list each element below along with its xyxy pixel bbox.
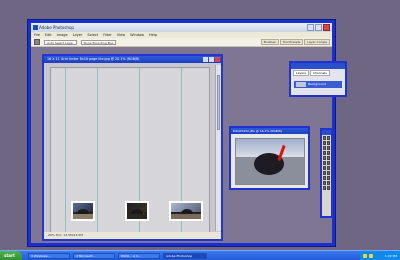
tab-channels[interactable]: Channels — [309, 70, 330, 76]
scrollbar-thumb[interactable] — [217, 75, 220, 130]
palette-well: Brushes Tool Presets Layer Comps — [260, 39, 332, 45]
tray-icon[interactable] — [363, 254, 367, 258]
toolbox — [320, 128, 333, 218]
tray-icon[interactable] — [369, 254, 373, 258]
document-title: 16 X 11 Grid Under 8x10 page lite.jpg @ … — [47, 57, 140, 61]
close-icon[interactable] — [323, 24, 330, 31]
guide-line — [97, 68, 98, 232]
slice-tool-icon[interactable] — [327, 146, 330, 150]
tab-brushes[interactable]: Brushes — [260, 39, 279, 45]
tab-tool-presets[interactable]: Tool Presets — [279, 39, 304, 45]
photo-thumbnail[interactable] — [169, 201, 203, 221]
document-titlebar[interactable]: 16 X 11 Grid Under 8x10 page lite.jpg @ … — [44, 56, 221, 63]
type-tool-icon[interactable] — [327, 171, 330, 175]
eyedropper-tool-icon[interactable] — [327, 181, 330, 185]
document-canvas[interactable] — [50, 67, 210, 233]
minimize-icon[interactable] — [307, 24, 314, 31]
tab-layers[interactable]: Layers — [293, 70, 309, 76]
window-controls — [307, 24, 330, 31]
panel-tabs: Layers Channels — [291, 69, 345, 77]
history-brush-icon[interactable] — [327, 156, 330, 160]
document-status: 20% Doc: 14.5M/14.5M — [44, 232, 221, 239]
eraser-tool-icon[interactable] — [323, 161, 326, 165]
move-tool-icon[interactable] — [327, 136, 330, 140]
taskbar-item[interactable]: 3 Windows... — [28, 253, 70, 259]
photo-thumbnail[interactable] — [125, 201, 149, 221]
move-tool-icon[interactable] — [34, 39, 40, 45]
photo-floor — [171, 214, 201, 219]
system-tray: 1:22 PM — [360, 251, 400, 260]
start-button[interactable]: start — [0, 251, 22, 260]
vertical-scrollbar[interactable] — [215, 65, 221, 231]
layer-row[interactable]: Background — [294, 81, 342, 88]
taskbar-item[interactable]: 2 Microsoft... — [73, 253, 115, 259]
image-preview[interactable] — [235, 138, 305, 185]
auto-select-option[interactable]: Auto Select Layer — [44, 39, 77, 45]
photo-floor — [73, 214, 93, 219]
marquee-tool-icon[interactable] — [323, 136, 326, 140]
app-titlebar[interactable]: Adobe Photoshop — [31, 23, 332, 32]
tray-icons — [363, 254, 373, 258]
blur-tool-icon[interactable] — [323, 166, 326, 170]
hand-tool-icon[interactable] — [323, 186, 326, 190]
layer-label: Background — [308, 82, 326, 86]
image-window: DSC05432.JPG @ 16.7% (RGB/8) — [229, 126, 310, 190]
path-tool-icon[interactable] — [323, 171, 326, 175]
layer-thumbnail — [296, 82, 306, 87]
options-bar: Auto Select Layer Show Bounding Box Brus… — [31, 38, 332, 47]
tool-grid — [322, 135, 331, 191]
zoom-tool-icon[interactable] — [327, 186, 330, 190]
pen-tool-icon[interactable] — [323, 176, 326, 180]
magic-wand-tool-icon[interactable] — [327, 141, 330, 145]
bounding-box-option[interactable]: Show Bounding Box — [80, 39, 117, 45]
document-controls — [203, 57, 220, 62]
photo-thumbnail[interactable] — [71, 201, 95, 221]
document-window: 16 X 11 Grid Under 8x10 page lite.jpg @ … — [42, 54, 223, 241]
app-icon — [33, 25, 38, 30]
taskbar-item[interactable]: DSC0... A C... — [118, 253, 160, 259]
maximize-icon[interactable] — [315, 24, 322, 31]
crop-tool-icon[interactable] — [323, 146, 326, 150]
brush-tool-icon[interactable] — [327, 151, 330, 155]
tab-layer-comps[interactable]: Layer Comps — [304, 39, 330, 45]
app-title: Adobe Photoshop — [39, 25, 74, 30]
minimize-icon[interactable] — [203, 57, 208, 62]
shape-tool-icon[interactable] — [327, 176, 330, 180]
maximize-icon[interactable] — [209, 57, 214, 62]
clock: 1:22 PM — [384, 254, 397, 258]
dodge-tool-icon[interactable] — [327, 166, 330, 170]
image-window-title[interactable]: DSC05432.JPG @ 16.7% (RGB/8) — [231, 128, 308, 134]
stamp-tool-icon[interactable] — [323, 156, 326, 160]
layers-panel: Layers Channels Background — [289, 61, 347, 97]
taskbar-item-active[interactable]: Adobe Photoshop — [163, 253, 207, 259]
healing-tool-icon[interactable] — [323, 151, 326, 155]
guide-line — [65, 68, 66, 232]
taskbar: start 3 Windows... 2 Microsoft... DSC0..… — [0, 250, 400, 260]
photo-floor — [127, 214, 147, 219]
notes-tool-icon[interactable] — [323, 181, 326, 185]
gradient-tool-icon[interactable] — [327, 161, 330, 165]
close-icon[interactable] — [215, 57, 220, 62]
lasso-tool-icon[interactable] — [323, 141, 326, 145]
